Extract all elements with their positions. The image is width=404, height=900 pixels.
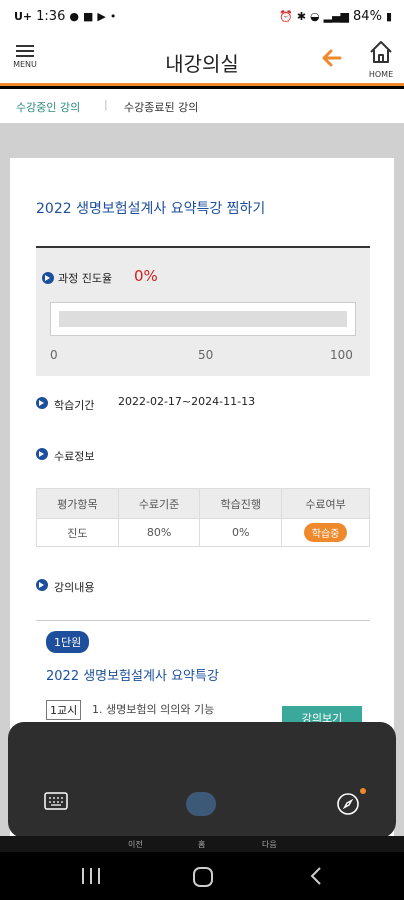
battery-level: 84%: [353, 9, 382, 24]
table-header: 수료기준: [117, 488, 201, 519]
progress-label: 과정 진도율: [58, 272, 113, 285]
arrow-left-icon: [322, 49, 342, 67]
back-button[interactable]: [318, 44, 346, 72]
nav-prev[interactable]: 이전: [128, 839, 143, 850]
table-row: 진도 80% 0% 학습중: [36, 518, 370, 547]
period-label: 학습기간: [54, 399, 95, 412]
tab-ended-courses[interactable]: 수강종료된 강의: [124, 99, 198, 115]
unit-title: 2022 생명보험설계사 요약특강: [46, 669, 219, 684]
progress-tick-50: 50: [198, 348, 214, 362]
bullet-arrow-icon: [36, 397, 48, 409]
lesson-title: 1. 생명보험의 의의와 기능: [92, 703, 215, 716]
app-bar: MENU 내강의실 HOME: [0, 34, 404, 86]
back-nav-icon[interactable]: [308, 866, 324, 886]
home-nav-button[interactable]: [193, 867, 213, 887]
table-header-row: 평가항목 수료기준 학습진행 수료여부: [36, 488, 370, 519]
completion-table: 평가항목 수료기준 학습진행 수료여부 진도 80% 0% 학습중: [36, 488, 370, 547]
wifi-icon: ◒: [310, 10, 320, 23]
house-icon: [370, 41, 392, 63]
lesson-number: 1교시: [46, 700, 82, 720]
bluetooth-icon: ✱: [296, 10, 307, 23]
tab-divider: |: [104, 98, 108, 111]
progress-bar: [50, 302, 356, 336]
period-value: 2022-02-17~2024-11-13: [118, 395, 256, 408]
nav-home[interactable]: 홈: [198, 839, 205, 850]
notification-dot: [360, 788, 366, 794]
table-header: 학습진행: [199, 488, 283, 519]
keyboard-icon[interactable]: [44, 792, 68, 810]
battery-icon: ▮: [385, 10, 392, 23]
divider: [36, 620, 370, 621]
bullet-arrow-icon: [36, 448, 48, 460]
table-cell: 학습중: [281, 518, 370, 547]
carrier-icon: U+: [14, 10, 33, 23]
message-icon: ■: [82, 10, 94, 23]
floating-panel: [8, 722, 396, 838]
table-cell: 80%: [117, 518, 201, 547]
compass-icon[interactable]: [336, 792, 360, 816]
dot-icon: •: [109, 10, 117, 23]
course-tabs: 수강중인 강의 | 수강종료된 강의: [0, 89, 404, 123]
table-cell: 진도: [36, 518, 119, 547]
web-bottom-nav: 이전 홈 다음: [0, 836, 404, 852]
tab-active-courses[interactable]: 수강중인 강의: [16, 99, 80, 115]
status-badge: 학습중: [303, 523, 348, 542]
table-header: 수료여부: [281, 488, 370, 519]
recents-button[interactable]: [82, 868, 100, 884]
progress-tick-0: 0: [50, 348, 58, 362]
nav-next[interactable]: 다음: [262, 839, 277, 850]
status-bar: U+ 1:36 ● ■ ▶ • ⏰ ✱ ◒ ▂▄▆ 84% ▮: [0, 0, 404, 34]
progress-value: 0%: [134, 267, 158, 285]
youtube-icon: ▶: [97, 10, 106, 23]
table-cell: 0%: [199, 518, 283, 547]
home-button[interactable]: HOME: [364, 38, 398, 80]
assistant-icon[interactable]: [186, 792, 216, 816]
chat-icon: ●: [69, 10, 79, 23]
completion-label: 수료정보: [54, 450, 95, 463]
progress-tick-100: 100: [330, 348, 353, 362]
table-header: 평가항목: [36, 488, 119, 519]
unit-badge: 1단원: [46, 631, 90, 653]
status-time: 1:36: [36, 9, 66, 24]
progress-panel: 과정 진도율 0% 0 50 100: [36, 246, 370, 376]
bullet-arrow-icon: [42, 272, 54, 284]
home-label: HOME: [368, 70, 394, 79]
signal-icon: ▂▄▆: [323, 10, 350, 23]
content-label: 강의내용: [54, 581, 95, 594]
bullet-arrow-icon: [36, 579, 48, 591]
course-title[interactable]: 2022 생명보험설계사 요약특강 찜하기: [36, 198, 265, 218]
system-nav-bar: [0, 852, 404, 900]
alarm-icon: ⏰: [279, 10, 293, 23]
